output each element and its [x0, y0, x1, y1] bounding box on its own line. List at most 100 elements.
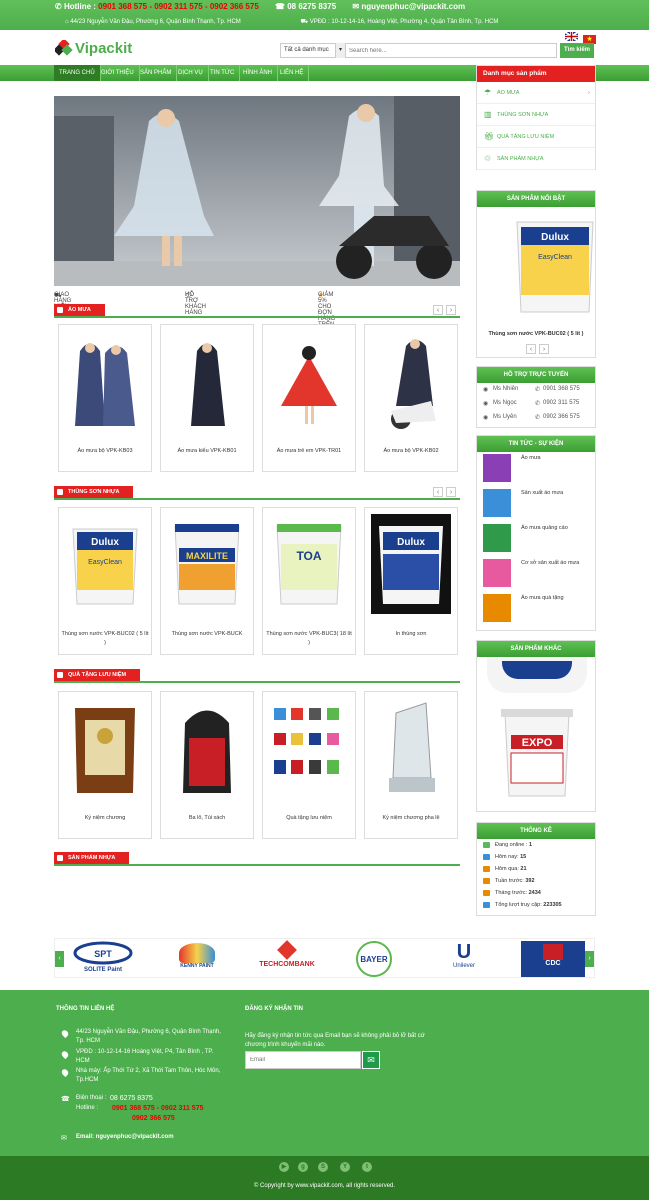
product-name[interactable]: Kỷ niệm chương [61, 814, 149, 823]
product-name[interactable]: Áo mưa kiểu VPK-KB01 [163, 447, 251, 456]
section-header-paint-buckets: THÙNG SƠN NHỰA ‹ › [54, 486, 460, 500]
partner-logo[interactable]: KENNY PAINT [167, 943, 227, 977]
news-link[interactable]: Áo mưa [521, 455, 541, 461]
chevron-down-icon[interactable]: ▾ [335, 43, 345, 58]
product-card[interactable]: Dulux EasyClean Thùng sơn nước VPK-BUC02 … [58, 507, 152, 655]
other-product-image[interactable]: EXPO [487, 701, 587, 801]
news-link[interactable]: Áo mưa quà tặng [521, 595, 564, 601]
product-name[interactable]: Thùng sơn nước VPK-BUCK [163, 630, 251, 639]
product-name[interactable]: Áo mưa bộ VPK-KB02 [367, 447, 455, 456]
feature-strip: ⛟ GIAO HÀNG MIỄN PHÍ 💬︎ HỖ TRỢ KHÁCH HÀN… [54, 288, 460, 340]
google-plus-icon[interactable]: g [298, 1162, 308, 1172]
section-title: ÁO MƯA [54, 304, 105, 316]
raincoat-icon: ☂ [484, 88, 492, 97]
prev-arrow-icon[interactable]: ‹ [55, 951, 64, 967]
featured-product-image[interactable]: Dulux EasyClean [513, 217, 597, 317]
nav-about[interactable]: GIỚI THIỆU [96, 65, 140, 81]
newsletter-email-input[interactable] [245, 1051, 361, 1069]
product-image: Dulux EasyClean [72, 528, 138, 605]
next-arrow-icon[interactable]: › [446, 305, 456, 315]
hotline-numbers[interactable]: 0901 368 575 - 0902 311 575 - 0902 366 5… [98, 2, 259, 11]
header-email[interactable]: nguyenphuc@vipackit.com [361, 2, 465, 11]
news-item[interactable]: Áo mưa quảng cáo [477, 522, 595, 557]
category-item-gifts[interactable]: 🎁︎ QUÀ TẶNG LƯU NIỆM [477, 126, 595, 148]
mail-icon: ✉ [352, 2, 360, 11]
product-name[interactable]: Quà tặng lưu niệm [265, 814, 353, 823]
product-card[interactable]: Quà tặng lưu niệm [262, 691, 356, 839]
partner-logo[interactable]: U Unilever [439, 941, 489, 977]
product-card[interactable]: Áo mưa kiểu VPK-KB01 [160, 324, 254, 472]
news-link[interactable]: Áo mưa quảng cáo [521, 525, 568, 531]
product-name[interactable]: Áo mưa bộ VPK-KB03 [61, 447, 149, 456]
category-item-raincoat[interactable]: ☂ ÁO MƯA › [477, 82, 595, 104]
product-card[interactable]: MAXILITE Thùng sơn nước VPK-BUCK [160, 507, 254, 655]
logo[interactable]: Vipackit [55, 38, 147, 60]
youtube-icon[interactable]: ▶ [279, 1162, 289, 1172]
partner-logo[interactable]: SPT SOLITE Paint [71, 941, 135, 977]
news-item[interactable]: Cơ sở sản xuất áo mưa [477, 557, 595, 592]
section-icon [57, 307, 63, 313]
stat-label: Đang online : [495, 842, 528, 848]
news-item[interactable]: Áo mưa [477, 452, 595, 487]
newsletter-submit-button[interactable]: ✉ [362, 1051, 380, 1069]
product-image [75, 708, 135, 793]
product-card[interactable]: Kỷ niệm chương pha lê [364, 691, 458, 839]
support-phone[interactable]: 0902 311 575 [543, 400, 579, 406]
product-name[interactable]: Thùng sơn nước VPK-BUC3( 18 lít ) [265, 630, 353, 648]
partner-logo[interactable]: CDC [521, 941, 585, 977]
news-item[interactable]: Áo mưa quà tặng [477, 592, 595, 627]
product-card[interactable]: Kỷ niệm chương [58, 691, 152, 839]
category-item-paint-bucket[interactable]: ▥ THÙNG SƠN NHỰA [477, 104, 595, 126]
users-icon [483, 854, 490, 860]
news-item[interactable]: Sản xuất áo mưa [477, 487, 595, 522]
next-arrow-icon[interactable]: › [539, 344, 549, 354]
search-input[interactable] [345, 43, 557, 58]
nav-gallery[interactable]: HÌNH ẢNH [238, 65, 279, 81]
office-phone[interactable]: 08 6275 8375 [287, 2, 336, 11]
partner-logo[interactable]: TECHCOMBANK [251, 940, 323, 977]
product-card[interactable]: Ba lô, Túi xách [160, 691, 254, 839]
other-products-box: SẢN PHẨM KHÁC EXPO [476, 640, 596, 812]
other-product-image[interactable] [487, 657, 587, 693]
nav-products[interactable]: SẢN PHẨM [135, 65, 178, 81]
nav-news[interactable]: TIN TỨC [205, 65, 241, 81]
next-arrow-icon[interactable]: › [446, 487, 456, 497]
nav-services[interactable]: DỊCH VỤ [173, 65, 209, 81]
product-name[interactable]: In thùng sơn [367, 630, 455, 639]
product-card[interactable]: Áo mưa bộ VPK-KB02 [364, 324, 458, 472]
footer-email[interactable]: Email: nguyenphuc@vipackit.com [76, 1133, 174, 1142]
product-card[interactable]: Áo mưa trẻ em VPK-TR01 [262, 324, 356, 472]
news-link[interactable]: Cơ sở sản xuất áo mưa [521, 560, 579, 566]
product-card[interactable]: Dulux In thùng sơn [364, 507, 458, 655]
prev-arrow-icon[interactable]: ‹ [526, 344, 536, 354]
search-button[interactable]: Tìm kiếm [560, 43, 594, 58]
next-arrow-icon[interactable]: › [585, 951, 594, 967]
footer-phone[interactable]: 08 6275 8375 [110, 1094, 153, 1103]
news-link[interactable]: Sản xuất áo mưa [521, 490, 563, 496]
stat-value: 21 [520, 866, 527, 872]
product-name[interactable]: Áo mưa trẻ em VPK-TR01 [265, 447, 353, 456]
product-card[interactable]: Áo mưa bộ VPK-KB03 [58, 324, 152, 472]
partner-logo[interactable]: BAYER [343, 940, 405, 978]
footer-hotline[interactable]: 0902 366 575 [132, 1114, 175, 1123]
product-name[interactable]: Kỷ niệm chương pha lê [367, 814, 455, 823]
footer: THÔNG TIN LIÊN HỆ 44/23 Nguyễn Văn Đậu, … [0, 990, 649, 1156]
nav-home[interactable]: TRANG CHỦ [54, 65, 101, 81]
product-name[interactable]: Thùng sơn nước VPK-BUC02 ( 5 lít ) [61, 630, 149, 648]
hero-banner[interactable] [54, 96, 460, 286]
prev-arrow-icon[interactable]: ‹ [433, 487, 443, 497]
product-name[interactable]: Ba lô, Túi xách [163, 814, 251, 823]
support-phone[interactable]: 0901 368 575 [543, 386, 580, 392]
skype-icon[interactable]: S [318, 1162, 328, 1172]
yahoo-icon[interactable]: Y [340, 1162, 350, 1172]
category-item-plastic[interactable]: ♲ SẢN PHẨM NHỰA [477, 148, 595, 170]
prev-arrow-icon[interactable]: ‹ [433, 305, 443, 315]
nav-contact[interactable]: LIÊN HỆ [275, 65, 310, 81]
stat-row: Tháng trước: 2434 [477, 887, 595, 899]
footer-hotline[interactable]: 0901 368 575 - 0902 311 575 [112, 1104, 203, 1113]
featured-product-name[interactable]: Thùng sơn nước VPK-BUC02 ( 5 lít ) [477, 331, 595, 337]
twitter-icon[interactable]: t [362, 1162, 372, 1172]
support-phone[interactable]: 0902 366 575 [543, 414, 580, 420]
product-card[interactable]: TOA Thùng sơn nước VPK-BUC3( 18 lít ) [262, 507, 356, 655]
english-flag-icon[interactable] [564, 31, 579, 42]
